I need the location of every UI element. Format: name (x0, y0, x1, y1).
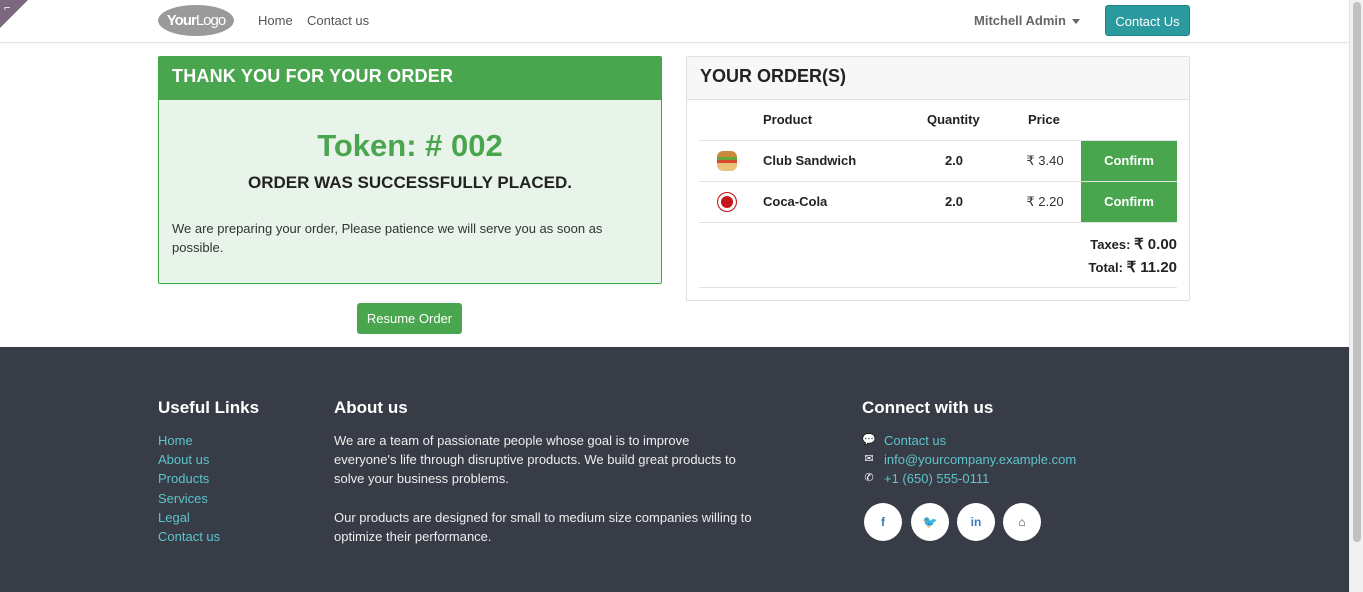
email-link[interactable]: info@yourcompany.example.com (884, 452, 1076, 467)
useful-links-list: Home About us Products Services Legal Co… (158, 431, 220, 546)
contact-item[interactable]: ✉ info@yourcompany.example.com (862, 450, 1076, 469)
preparation-message: We are preparing your order, Please pati… (172, 221, 603, 255)
order-row: Club Sandwich 2.0 ₹ 3.40 Confirm (699, 140, 1177, 181)
total-label: Total: (1088, 260, 1123, 275)
phone-link[interactable]: +1 (650) 555-0111 (884, 471, 989, 486)
orders-header: YOUR ORDER(S) (687, 57, 1189, 100)
nav-home-link[interactable]: Home (258, 13, 293, 28)
nav-contact-link[interactable]: Contact us (307, 13, 369, 28)
logo-text-your: Your (166, 12, 197, 29)
column-header-product: Product (763, 112, 813, 127)
column-header-price: Price (1028, 112, 1060, 127)
facebook-icon[interactable]: f (864, 503, 902, 541)
footer-link-services[interactable]: Services (158, 489, 220, 508)
page-scrollbar[interactable] (1349, 0, 1363, 592)
footer-link-legal[interactable]: Legal (158, 508, 220, 527)
taxes-value: ₹ 0.00 (1134, 236, 1177, 253)
resume-order-button[interactable]: Resume Order (357, 303, 462, 334)
envelope-icon: ✉ (864, 453, 874, 466)
home-icon[interactable]: ⌂ (1003, 503, 1041, 541)
total-summary: Total: ₹ 11.20 (1089, 258, 1177, 276)
twitter-icon[interactable]: 🐦 (911, 503, 949, 541)
page-footer: Useful Links Home About us Products Serv… (0, 347, 1349, 592)
order-row: Coca-Cola 2.0 ₹ 2.20 Confirm (699, 181, 1177, 222)
linkedin-icon[interactable]: in (957, 503, 995, 541)
order-confirmation-card: THANK YOU FOR YOUR ORDER Token: # 002 OR… (158, 56, 662, 284)
contact-item[interactable]: ✆ +1 (650) 555-0111 (862, 469, 1076, 488)
caret-down-icon (1071, 19, 1080, 25)
footer-link-about[interactable]: About us (158, 450, 220, 469)
product-name: Coca-Cola (763, 194, 828, 209)
order-status-text: ORDER WAS SUCCESSFULLY PLACED. (248, 173, 572, 192)
product-price: ₹ 3.40 (1026, 153, 1064, 168)
contact-link[interactable]: Contact us (884, 433, 946, 448)
total-value: ₹ 11.20 (1126, 259, 1177, 276)
user-name: Mitchell Admin (974, 13, 1066, 28)
contact-list: 💬 Contact us ✉ info@yourcompany.example.co… (862, 431, 1076, 489)
footer-link-products[interactable]: Products (158, 469, 220, 488)
comment-icon: 💬 (862, 434, 876, 446)
product-name: Club Sandwich (763, 153, 857, 168)
table-divider (699, 222, 1177, 223)
footer-link-home[interactable]: Home (158, 431, 220, 450)
product-quantity: 2.0 (944, 194, 964, 209)
product-quantity: 2.0 (944, 153, 964, 168)
your-orders-card: YOUR ORDER(S) Product Quantity Price Clu… (686, 56, 1190, 301)
product-price: ₹ 2.20 (1026, 194, 1064, 209)
phone-icon: ✆ (864, 472, 874, 485)
contact-us-button[interactable]: Contact Us (1105, 5, 1190, 36)
taxes-summary: Taxes: ₹ 0.00 (1090, 235, 1177, 253)
about-paragraph: Our products are designed for small to m… (334, 509, 752, 544)
footer-link-contact[interactable]: Contact us (158, 527, 220, 546)
user-menu-dropdown[interactable]: Mitchell Admin (974, 13, 1080, 28)
about-paragraph: We are a team of passionate people whose… (334, 433, 736, 487)
about-us-text: We are a team of passionate people whose… (334, 431, 754, 546)
confirmation-header: THANK YOU FOR YOUR ORDER (159, 57, 661, 100)
corner-icon: ⌐ (4, 2, 11, 14)
top-navbar: YourLogo Home Contact us Mitchell Admin … (0, 0, 1349, 43)
coca-cola-image (717, 192, 737, 212)
taxes-label: Taxes: (1090, 237, 1131, 252)
table-divider (699, 287, 1177, 288)
connect-title: Connect with us (862, 398, 994, 417)
order-token: Token: # 002 (317, 128, 503, 163)
useful-links-title: Useful Links (158, 398, 260, 417)
contact-item[interactable]: 💬 Contact us (862, 431, 1076, 450)
company-logo[interactable]: YourLogo (158, 5, 234, 36)
scrollbar-thumb[interactable] (1353, 2, 1361, 542)
club-sandwich-image (717, 151, 737, 171)
confirm-button[interactable]: Confirm (1081, 182, 1177, 222)
logo-text-logo: Logo (195, 12, 226, 29)
confirm-button[interactable]: Confirm (1081, 141, 1177, 181)
column-header-quantity: Quantity (927, 112, 980, 127)
about-us-title: About us (334, 398, 408, 417)
